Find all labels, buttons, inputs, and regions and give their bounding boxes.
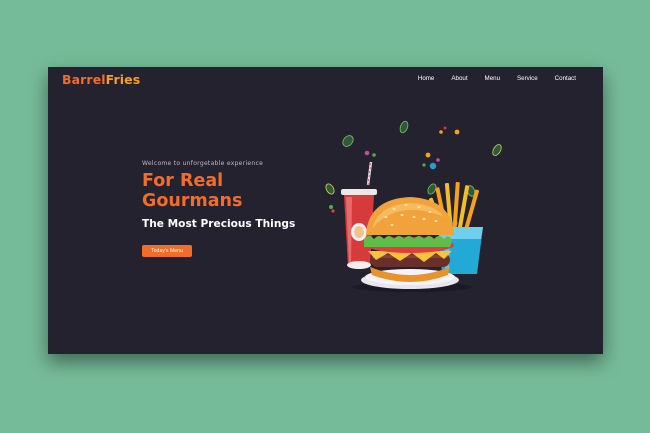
nav-home[interactable]: Home <box>418 75 435 82</box>
nav-about[interactable]: About <box>451 75 467 82</box>
hero-title: For Real Gourmans <box>142 171 242 211</box>
hero-kicker: Welcome to unforgetable experience <box>142 160 264 167</box>
food-illustration <box>325 120 502 292</box>
brand-logo[interactable]: BarrelFries <box>62 72 140 87</box>
brand-logo-part2: Fries <box>105 72 141 87</box>
hero-title-line1: For Real <box>142 171 224 191</box>
todays-menu-button[interactable]: Today's Menu <box>142 245 192 257</box>
hero-subtitle: The Most Precious Things <box>142 218 296 230</box>
landing-page: BarrelFries Home About Menu Service Cont… <box>48 67 603 354</box>
leaf-icon <box>325 120 502 197</box>
burger-icon <box>361 197 459 289</box>
main-nav: Home About Menu Service Contact <box>401 75 576 82</box>
nav-contact[interactable]: Contact <box>555 75 576 82</box>
nav-service[interactable]: Service <box>517 75 538 82</box>
brand-logo-part1: Barrel <box>62 72 106 87</box>
hero-title-line2: Gourmans <box>142 191 243 211</box>
nav-menu[interactable]: Menu <box>485 75 500 82</box>
